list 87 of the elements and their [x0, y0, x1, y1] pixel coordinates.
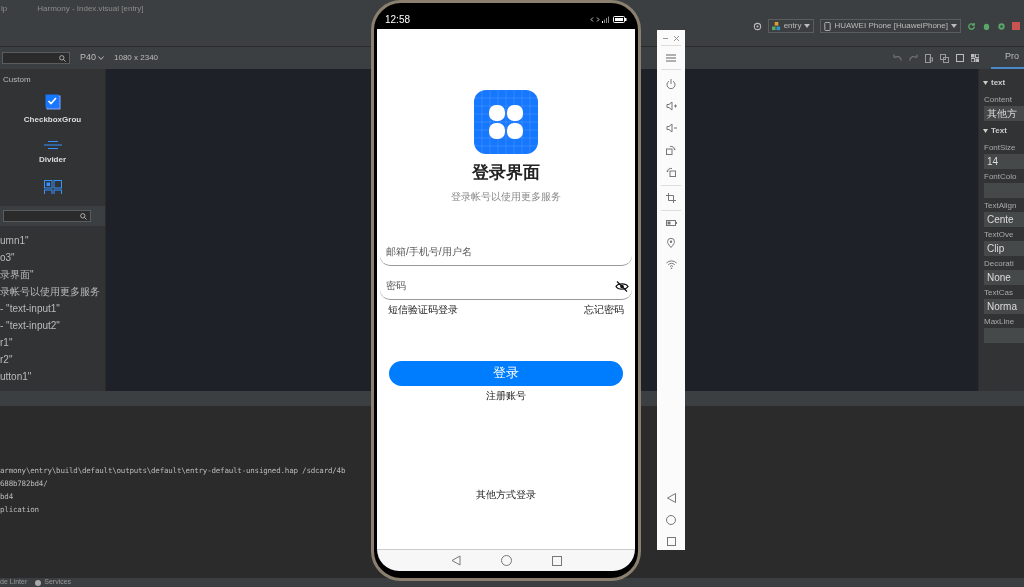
property-label: Content — [984, 95, 1013, 105]
menu-icon[interactable] — [666, 54, 676, 62]
window-title: Harmony - Index.visual [entry] — [37, 2, 144, 15]
other-login-link[interactable]: 其他方式登录 — [476, 486, 536, 502]
volume-up-icon[interactable] — [665, 101, 677, 111]
app-logo-icon — [474, 90, 538, 154]
username-field[interactable]: 邮箱/手机号/用户名 — [380, 237, 632, 266]
recents-icon[interactable] — [666, 537, 676, 546]
property-field[interactable]: Cente — [984, 212, 1024, 227]
minimize-icon[interactable] — [663, 35, 668, 41]
property-field[interactable]: None — [984, 270, 1024, 285]
grid-icon — [43, 180, 62, 194]
checkbox-icon — [44, 94, 61, 110]
tree-item[interactable]: 录帐号以使用更多服务 — [0, 285, 100, 298]
section-header[interactable]: text — [991, 77, 1006, 89]
property-label: TextCas — [984, 288, 1013, 298]
grid-icon[interactable] — [971, 54, 979, 62]
caret-icon — [804, 24, 811, 28]
signal-icon — [590, 15, 610, 23]
property-label: FontColo — [984, 172, 1017, 182]
chevron-down-icon — [98, 56, 104, 60]
section-header[interactable]: Text — [991, 125, 1007, 137]
property-field[interactable]: 其他方 — [984, 106, 1024, 121]
home-icon[interactable] — [666, 515, 676, 525]
caret-icon — [951, 24, 957, 28]
search-field[interactable] — [2, 52, 70, 64]
property-field[interactable]: Norma — [984, 299, 1024, 314]
power-icon[interactable] — [666, 79, 676, 89]
volume-down-icon[interactable] — [665, 123, 677, 133]
layers-icon[interactable] — [940, 53, 949, 63]
location-pin-icon[interactable] — [667, 238, 675, 248]
module-dropdown[interactable]: entry — [767, 19, 815, 33]
tree-item[interactable]: - "text-input1" — [0, 302, 60, 315]
device-icon[interactable] — [925, 53, 933, 63]
component-label[interactable]: Divider — [38, 154, 67, 166]
crop-icon[interactable] — [666, 193, 676, 203]
close-icon[interactable] — [674, 35, 679, 41]
resolution-label: 1080 x 2340 — [114, 52, 159, 64]
tree-item[interactable]: umn1" — [0, 234, 29, 247]
property-field[interactable]: Clip — [984, 241, 1024, 256]
divider-icon — [43, 140, 62, 150]
back-icon[interactable] — [450, 555, 461, 566]
tree-item[interactable]: - "text-input2" — [0, 319, 60, 332]
module-icon — [771, 21, 781, 31]
home-icon[interactable] — [500, 555, 512, 566]
recents-icon[interactable] — [551, 555, 562, 566]
back-icon[interactable] — [666, 493, 676, 503]
rotate-right-icon[interactable] — [666, 145, 676, 155]
property-label: TextOve — [984, 230, 1014, 240]
collapse-arrow-icon[interactable] — [983, 81, 988, 85]
eye-hidden-icon[interactable] — [615, 280, 629, 292]
tree-item[interactable]: r2" — [0, 353, 13, 366]
property-label: MaxLine — [984, 317, 1015, 327]
password-field[interactable]: 密码 — [380, 271, 632, 300]
category-label: Custom — [3, 74, 32, 86]
component-label[interactable]: CheckboxGrou — [23, 114, 82, 126]
device-selector[interactable]: P40 — [80, 51, 104, 65]
property-label: FontSize — [984, 143, 1016, 153]
subtitle: 登录帐号以使用更多服务 — [451, 189, 561, 204]
target-icon[interactable] — [752, 21, 762, 31]
property-label: Decorati — [984, 259, 1014, 269]
forgot-password-link[interactable]: 忘记密码 — [584, 301, 624, 317]
tree-item[interactable]: o3" — [0, 251, 15, 264]
wifi-icon[interactable] — [665, 260, 677, 269]
battery-icon — [613, 15, 627, 23]
clock: 12:58 — [385, 12, 411, 27]
collapse-arrow-icon[interactable] — [983, 129, 988, 133]
device-dropdown[interactable]: HUAWEI Phone [HuaweiPhone] — [820, 19, 961, 33]
tree-item[interactable]: r1" — [0, 336, 13, 349]
battery-icon[interactable] — [665, 220, 677, 226]
undo-icon[interactable] — [893, 54, 902, 62]
search-field[interactable] — [3, 210, 91, 222]
login-button[interactable]: 登录 — [389, 360, 623, 386]
rotate-left-icon[interactable] — [666, 167, 676, 177]
page-title: 登录界面 — [472, 162, 540, 184]
refresh-icon[interactable] — [967, 21, 976, 31]
phone-icon — [824, 21, 832, 31]
square-icon[interactable] — [956, 54, 964, 62]
redo-icon[interactable] — [909, 54, 918, 62]
property-label: TextAlign — [984, 201, 1017, 211]
tree-item[interactable]: utton1" — [0, 370, 32, 383]
property-field[interactable]: 14 — [984, 154, 1024, 169]
search-icon — [59, 54, 66, 62]
sms-login-link[interactable]: 短信验证码登录 — [388, 301, 458, 317]
tree-item[interactable]: 录界面" — [0, 268, 34, 281]
search-icon — [80, 212, 87, 220]
register-link[interactable]: 注册账号 — [486, 387, 526, 403]
